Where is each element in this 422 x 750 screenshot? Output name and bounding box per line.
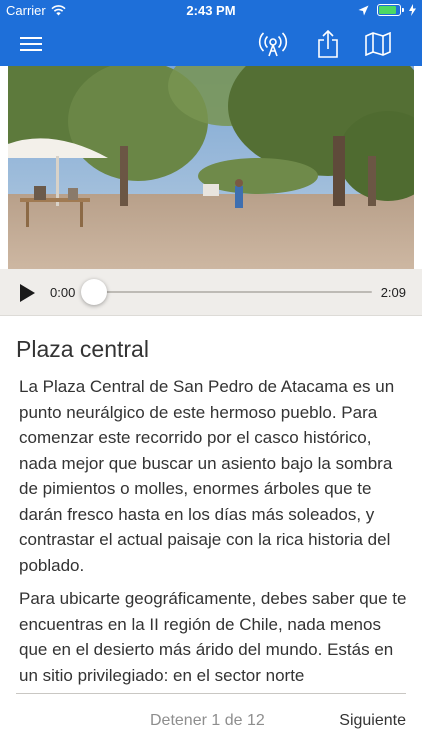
menu-button[interactable] (16, 29, 46, 59)
next-button[interactable]: Siguiente (339, 712, 406, 730)
broadcast-button[interactable] (256, 29, 290, 59)
location-arrow-icon (358, 5, 369, 15)
status-bar: Carrier 2:43 PM (0, 0, 422, 22)
total-time: 2:09 (380, 285, 406, 300)
navigation-bar (0, 22, 422, 66)
progress-thumb[interactable] (81, 279, 107, 305)
page-title: Plaza central (16, 336, 149, 362)
audio-player: 0:00 2:09 (0, 269, 422, 316)
current-time: 0:00 (50, 285, 76, 300)
battery-level (379, 6, 397, 14)
map-button[interactable] (363, 29, 393, 59)
broadcast-icon (258, 32, 288, 57)
map-icon (365, 32, 391, 56)
bottom-bar: Detener 1 de 12 Siguiente (0, 694, 422, 750)
battery-cap (402, 8, 404, 12)
status-right (358, 4, 416, 16)
battery-icon (377, 4, 404, 16)
plaza-illustration (8, 66, 414, 269)
share-button[interactable] (313, 29, 343, 59)
progress-track[interactable] (94, 291, 372, 293)
menu-icon (20, 37, 42, 51)
share-icon (318, 30, 338, 58)
plaza-photo (8, 66, 414, 269)
description-text: La Plaza Central de San Pedro de Atacama… (19, 374, 411, 690)
paragraph: La Plaza Central de San Pedro de Atacama… (19, 377, 395, 575)
play-icon[interactable] (16, 282, 38, 304)
stop-button[interactable]: Detener 1 de 12 (150, 712, 265, 730)
charging-bolt-icon (409, 4, 416, 16)
paragraph: Para ubicarte geográficamente, debes sab… (19, 589, 407, 685)
